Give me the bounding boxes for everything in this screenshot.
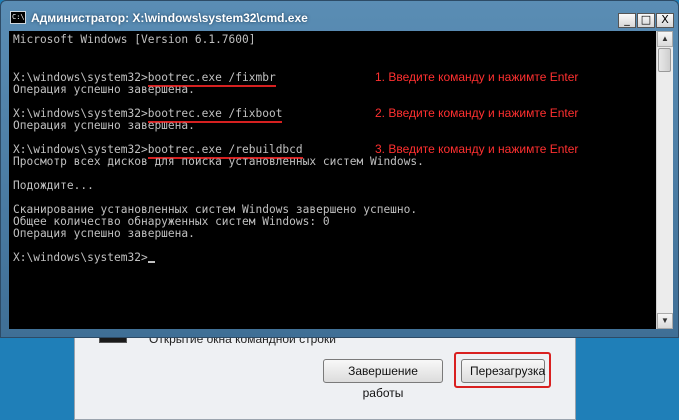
console-output-line: Просмотр всех дисков для поиска установл… [13,155,424,168]
console-output-line: Подождите... [13,179,94,192]
close-button[interactable]: X [656,13,674,28]
minimize-button[interactable]: _ [618,13,636,28]
annotation-1: 1. Введите команду и нажимте Enter [375,70,579,84]
window-title: Администратор: X:\windows\system32\cmd.e… [31,11,308,25]
cmd-icon: C:\ [10,11,26,24]
annotation-2: 2. Введите команду и нажимте Enter [375,106,579,120]
text-cursor [147,261,155,263]
shutdown-button[interactable]: Завершение работы [323,359,443,400]
vertical-scrollbar[interactable]: ▲ ▼ [656,31,673,329]
title-bar[interactable]: C:\ Администратор: X:\windows\system32\c… [1,1,678,31]
console-header: Microsoft Windows [Version 6.1.7600] [13,33,256,46]
maximize-button[interactable]: □ [637,13,655,28]
console-output-line: Операция успешно завершена. [13,83,195,96]
console-output[interactable]: Microsoft Windows [Version 6.1.7600] X:\… [9,31,656,329]
restart-button[interactable]: Перезагрузка [461,359,545,383]
scroll-thumb[interactable] [658,48,671,72]
console-output-line: Операция успешно завершена. [13,227,195,240]
console-output-line: Операция успешно завершена. [13,119,195,132]
scroll-up-arrow-icon[interactable]: ▲ [657,31,673,47]
annotation-3: 3. Введите команду и нажимте Enter [375,142,579,156]
console-final-prompt[interactable]: X:\windows\system32> [13,252,155,264]
scroll-down-arrow-icon[interactable]: ▼ [657,313,673,329]
cmd-window: C:\ Администратор: X:\windows\system32\c… [0,0,679,338]
